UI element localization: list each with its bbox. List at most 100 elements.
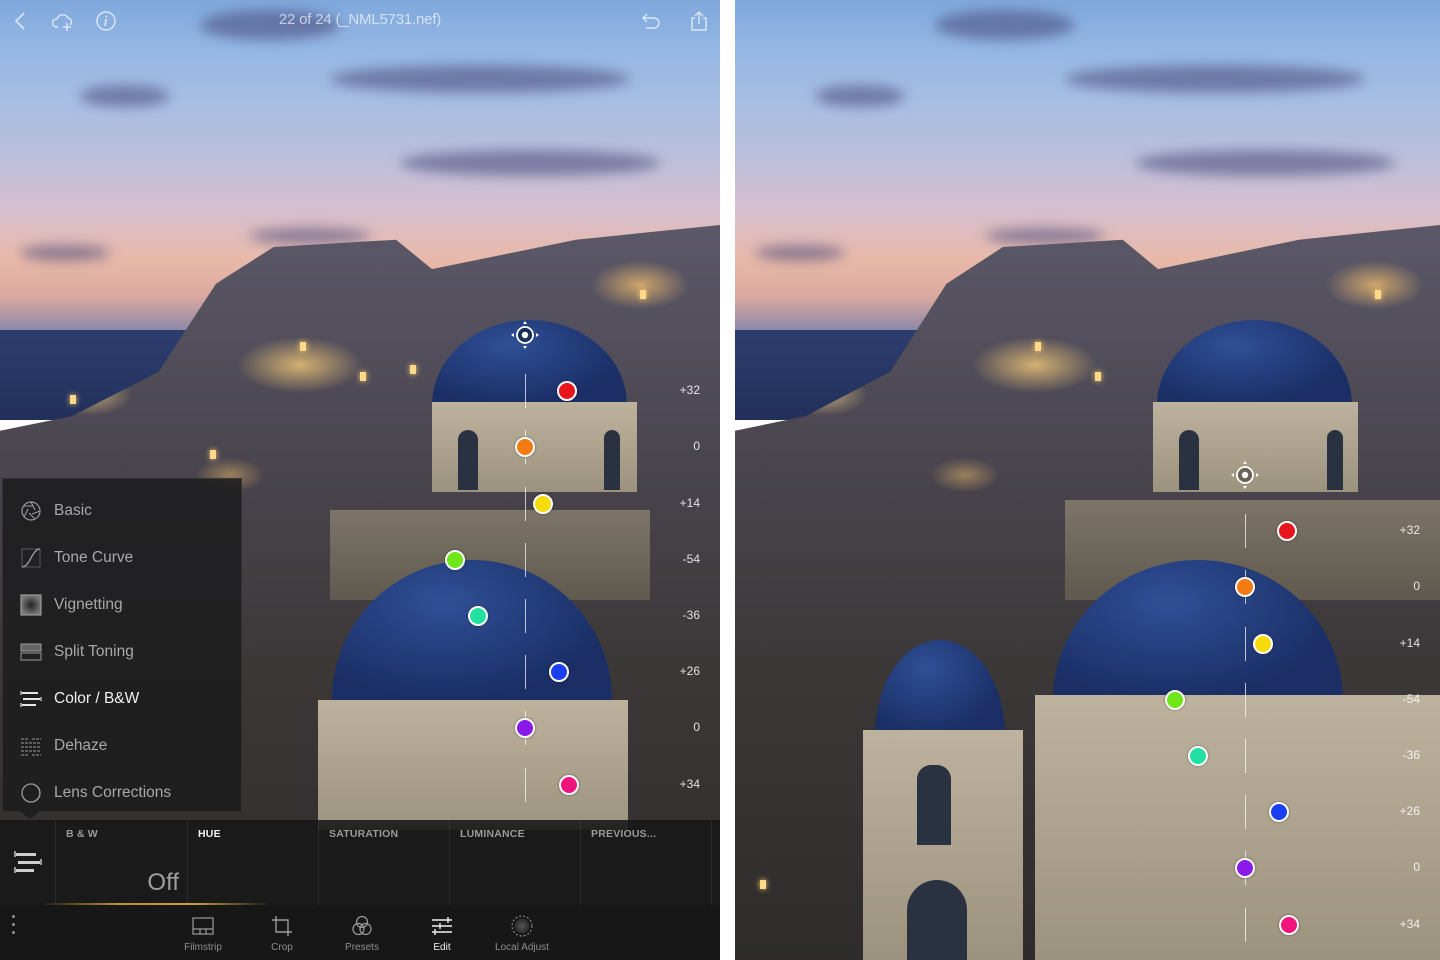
- lit-window: [410, 365, 416, 374]
- menu-item-dehaze[interactable]: Dehaze: [3, 722, 243, 769]
- hue-value-magenta: +34: [679, 776, 700, 791]
- menu-item-lens-corrections[interactable]: Lens Corrections: [3, 769, 243, 816]
- menu-item-split-toning[interactable]: Split Toning: [3, 628, 243, 675]
- cloud: [250, 228, 370, 244]
- adjust-guide-line: [1245, 907, 1246, 942]
- lit-window: [640, 290, 646, 299]
- cloud: [80, 85, 170, 107]
- hue-value-aqua: -36: [682, 608, 700, 622]
- hue-value-purple: 0: [693, 720, 700, 735]
- tab-bw[interactable]: B & W Off: [56, 820, 188, 905]
- menu-item-label: Basic: [54, 501, 92, 519]
- menu-item-basic[interactable]: Basic: [3, 487, 243, 534]
- tab-saturation[interactable]: SATURATION: [319, 820, 450, 905]
- left-editor-view: 22 of 24 (_NML5731.nef) +32 0 +14 -54 -36 +26…: [0, 0, 720, 960]
- color-bw-icon: [14, 851, 42, 873]
- tool-crop[interactable]: Crop: [242, 905, 322, 960]
- tab-label: B & W: [66, 828, 98, 840]
- adjust-guide-line: [1245, 682, 1246, 717]
- more-options-icon[interactable]: [8, 915, 18, 939]
- cloud: [1065, 65, 1365, 93]
- hue-dot-magenta[interactable]: [1279, 914, 1299, 935]
- menu-item-label: Color / B&W: [54, 689, 140, 707]
- right-fullscreen-view: +32 0 +14 -54 -36 +26 0 +34: [735, 0, 1440, 960]
- bell-tower-arch: [907, 880, 967, 960]
- aperture-icon: [21, 500, 41, 521]
- tab-hue[interactable]: HUE: [188, 820, 319, 905]
- photo-scene[interactable]: [735, 0, 1440, 960]
- split-toning-icon: [20, 643, 42, 660]
- hue-value-blue: +26: [1399, 804, 1420, 819]
- target-adjust-icon[interactable]: [1230, 460, 1260, 490]
- edit-sliders-icon: [432, 917, 452, 935]
- target-adjust-icon[interactable]: [510, 320, 540, 350]
- tool-label: Filmstrip: [184, 942, 222, 953]
- cloud: [755, 245, 845, 261]
- hue-value-blue: +26: [679, 664, 700, 679]
- hue-dot-green[interactable]: [1165, 689, 1185, 710]
- vignette-icon: [20, 593, 42, 616]
- lit-window: [1095, 372, 1101, 381]
- tab-label: LUMINANCE: [460, 828, 525, 840]
- adjust-guide-line: [525, 655, 526, 690]
- lit-window: [210, 450, 216, 459]
- lit-window: [360, 372, 366, 381]
- menu-item-tone-curve[interactable]: Tone Curve: [3, 534, 243, 581]
- crop-icon: [272, 916, 292, 936]
- tool-local-adjust[interactable]: Local Adjust: [482, 905, 562, 960]
- panel-menu-button[interactable]: [0, 820, 56, 905]
- photo-title: 22 of 24 (_NML5731.nef): [278, 11, 442, 28]
- tool-filmstrip[interactable]: Filmstrip: [163, 905, 243, 960]
- tab-luminance[interactable]: LUMINANCE: [450, 820, 581, 905]
- adjust-guide-line: [525, 486, 526, 521]
- hue-value-red: +32: [1399, 523, 1420, 538]
- undo-icon[interactable]: [640, 10, 662, 32]
- menu-item-color-bw[interactable]: Color / B&W: [3, 675, 243, 722]
- bottom-toolbar: Filmstrip Crop Presets Edit Local Adjust: [0, 905, 720, 960]
- tool-label: Edit: [433, 942, 451, 953]
- hue-value-orange: 0: [693, 439, 700, 454]
- hue-dot-yellow[interactable]: [1253, 633, 1273, 654]
- adjust-guide-line: [1245, 514, 1246, 549]
- bw-value: Off: [147, 869, 179, 896]
- color-bw-subpanel: B & W Off HUE SATURATION LUMINANCE PREVI…: [0, 820, 720, 905]
- tool-edit[interactable]: Edit: [402, 905, 482, 960]
- split-divider: [720, 0, 735, 960]
- tool-label: Local Adjust: [495, 942, 549, 953]
- tab-previous[interactable]: PREVIOUS...: [581, 820, 712, 905]
- church-arch: [458, 430, 478, 490]
- lit-window: [70, 395, 76, 404]
- share-icon[interactable]: [688, 10, 710, 32]
- cloud: [935, 10, 1075, 40]
- adjust-guide-line: [525, 599, 526, 633]
- dehaze-icon: [21, 737, 41, 756]
- hue-dot-green[interactable]: [445, 549, 465, 570]
- filmstrip-icon: [192, 917, 214, 935]
- hue-value-orange: 0: [1413, 579, 1420, 594]
- presets-icon: [352, 915, 372, 936]
- lit-window: [300, 342, 306, 351]
- tab-label: SATURATION: [329, 828, 399, 840]
- tool-label: Presets: [345, 942, 379, 953]
- tool-label: Crop: [271, 942, 293, 953]
- church-arch: [1179, 430, 1199, 490]
- hue-dot-magenta[interactable]: [559, 774, 579, 795]
- top-bar: 22 of 24 (_NML5731.nef): [0, 0, 720, 42]
- hue-dot-aqua[interactable]: [1188, 746, 1208, 766]
- hue-value-yellow: +14: [679, 495, 700, 510]
- color-bw-icon: [20, 690, 42, 707]
- menu-item-vignetting[interactable]: Vignetting: [3, 581, 243, 628]
- church-body: [318, 700, 628, 830]
- bell-tower-arch: [917, 765, 951, 845]
- hue-value-yellow: +14: [1399, 635, 1420, 650]
- hue-dot-aqua[interactable]: [468, 606, 488, 626]
- lens-icon: [21, 782, 41, 803]
- tone-curve-icon: [21, 547, 41, 568]
- cloud: [20, 245, 110, 261]
- menu-item-label: Tone Curve: [54, 548, 134, 566]
- tab-label: PREVIOUS...: [591, 828, 657, 840]
- hue-value-red: +32: [679, 383, 700, 398]
- tool-presets[interactable]: Presets: [322, 905, 402, 960]
- hue-dot-yellow[interactable]: [533, 493, 553, 514]
- local-adjust-icon: [511, 915, 533, 937]
